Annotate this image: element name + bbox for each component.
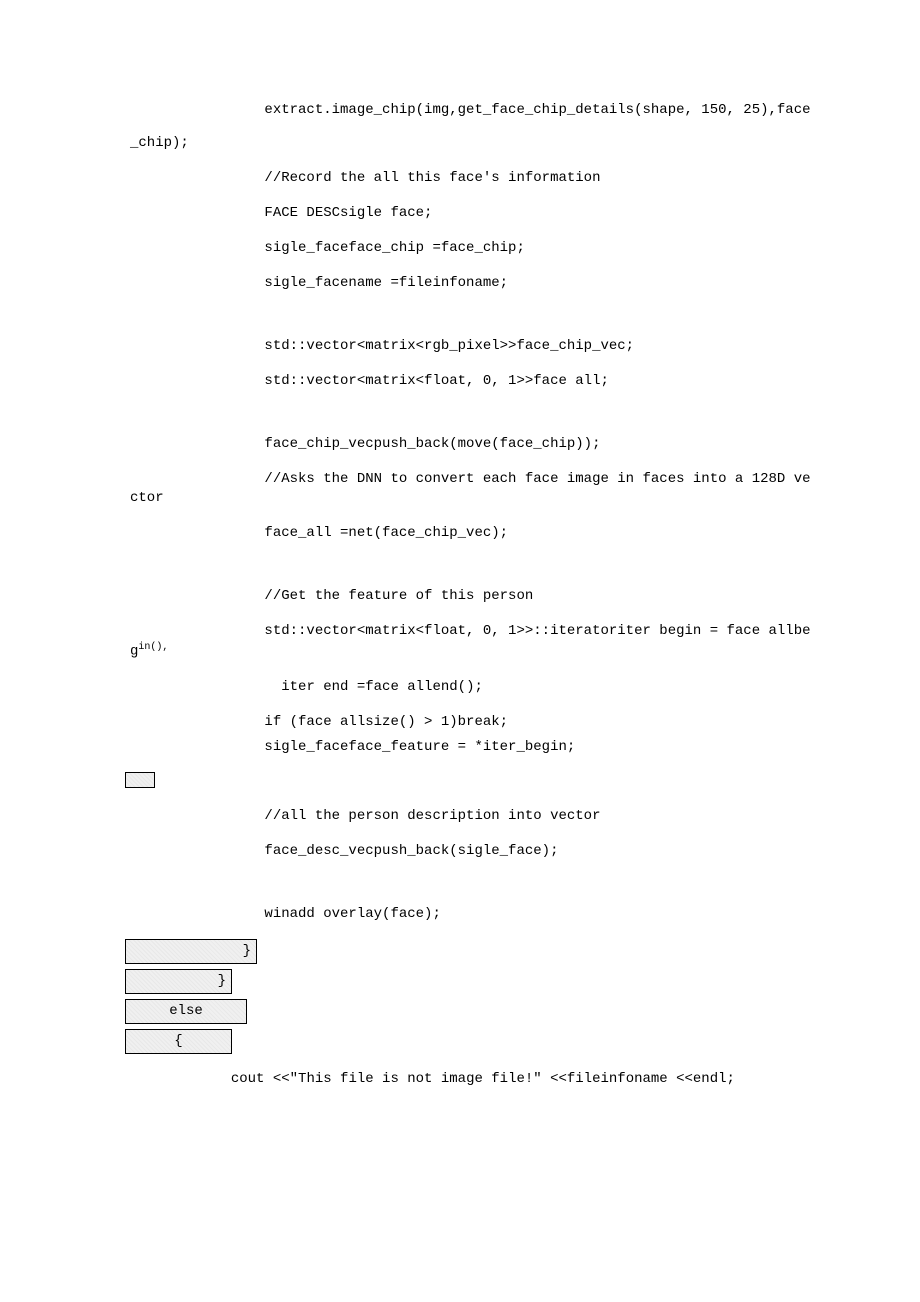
code-line: face_chip_vecpush_back(move(face_chip));	[50, 434, 870, 455]
code-line: sigle_faceface_chip =face_chip;	[50, 238, 870, 259]
code-line-wrap: _chip);	[50, 133, 870, 154]
code-document-page: extract.image_chip(img,get_face_chip_det…	[0, 0, 920, 1302]
code-line: //Record the all this face's information	[50, 168, 870, 189]
blank-line	[50, 876, 870, 890]
code-line: if (face allsize() > 1)break;	[50, 712, 870, 733]
code-line-wrap: ctor	[50, 488, 870, 509]
code-line: //Asks the DNN to convert each face imag…	[50, 469, 870, 490]
code-superscript: in(),	[138, 642, 168, 653]
code-line: winadd overlay(face);	[50, 904, 870, 925]
highlight-box-open-brace: {	[125, 1029, 232, 1054]
blank-line	[50, 308, 870, 322]
highlight-box-close-brace: }	[125, 939, 257, 964]
code-line: sigle_faceface_feature = *iter_begin;	[50, 737, 870, 758]
code-line: cout <<"This file is not image file!" <<…	[50, 1069, 870, 1090]
code-line: FACE DESCsigle face;	[50, 203, 870, 224]
code-line: face_desc_vecpush_back(sigle_face);	[50, 841, 870, 862]
highlight-box-else: else	[125, 999, 247, 1024]
code-line: iter end =face allend();	[50, 677, 870, 698]
code-line: //Get the feature of this person	[50, 586, 870, 607]
code-line: //all the person description into vector	[50, 806, 870, 827]
code-line: face_all =net(face_chip_vec);	[50, 523, 870, 544]
code-line: std::vector<matrix<float, 0, 1>>face all…	[50, 371, 870, 392]
code-line: sigle_facename =fileinfoname;	[50, 273, 870, 294]
code-line: std::vector<matrix<float, 0, 1>>::iterat…	[50, 621, 870, 642]
highlight-box-empty	[125, 772, 155, 788]
code-line: std::vector<matrix<rgb_pixel>>face_chip_…	[50, 336, 870, 357]
code-line-wrap: gin(),	[50, 640, 870, 663]
blank-line	[50, 406, 870, 420]
code-line: extract.image_chip(img,get_face_chip_det…	[50, 100, 870, 121]
highlight-box-close-brace: }	[125, 969, 232, 994]
blank-line	[50, 558, 870, 572]
